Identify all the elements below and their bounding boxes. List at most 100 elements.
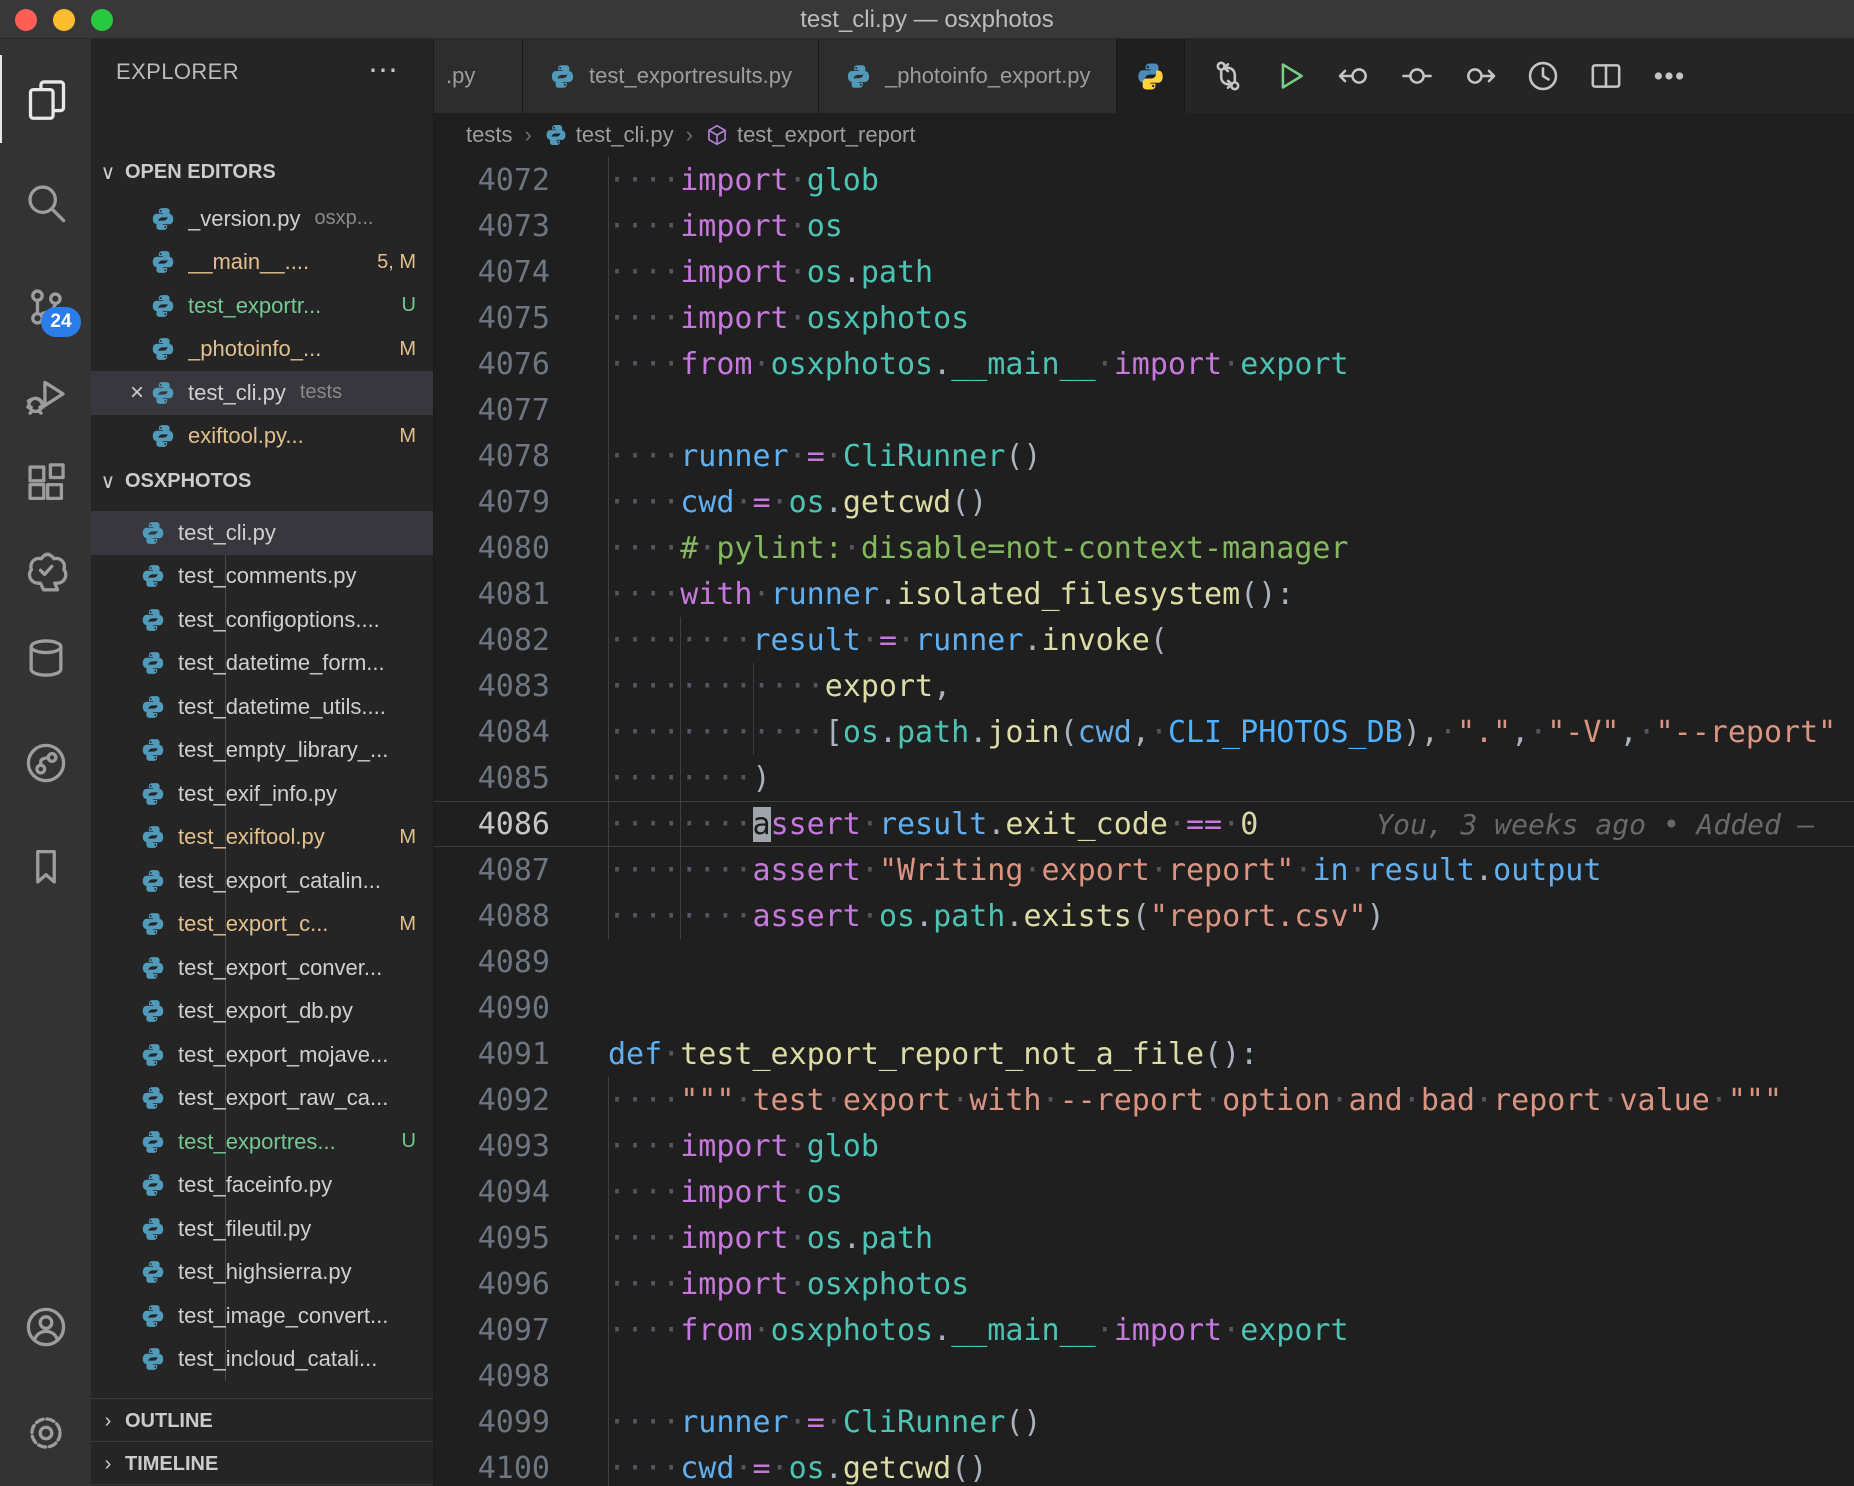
open-editor-item[interactable]: × test_cli.pytests bbox=[91, 371, 434, 415]
open-editor-item[interactable]: _photoinfo_...M bbox=[91, 328, 434, 372]
line-content: ····with·runner.isolated_filesystem(): bbox=[608, 577, 1294, 612]
code-line[interactable]: 4096····import·osxphotos bbox=[434, 1261, 1854, 1307]
source-control-icon[interactable]: 24 bbox=[0, 263, 91, 351]
code-line[interactable]: 4099····runner·=·CliRunner() bbox=[434, 1399, 1854, 1445]
tree-item[interactable]: test_image_convert... bbox=[91, 1294, 434, 1338]
symbol-method-icon bbox=[705, 123, 729, 147]
tree-item[interactable]: test_cli.py bbox=[91, 511, 434, 555]
line-number: 4092 bbox=[434, 1083, 550, 1118]
line-number: 4087 bbox=[434, 853, 550, 888]
code-line[interactable]: 4078····runner·=·CliRunner() bbox=[434, 433, 1854, 479]
tree-item[interactable]: test_export_conver... bbox=[91, 946, 434, 990]
code-line[interactable]: 4095····import·os.path bbox=[434, 1215, 1854, 1261]
search-icon[interactable] bbox=[0, 159, 91, 247]
open-editor-item[interactable]: exiftool.py...M bbox=[91, 415, 434, 459]
nav-back-icon[interactable] bbox=[1337, 59, 1371, 93]
open-editor-item[interactable]: _version.pyosxp... bbox=[91, 197, 434, 241]
python-icon bbox=[549, 63, 576, 90]
line-content: ····import·os bbox=[608, 209, 843, 244]
tree-item[interactable]: test_export_mojave... bbox=[91, 1033, 434, 1077]
tree-item[interactable]: test_configoptions.... bbox=[91, 598, 434, 642]
line-content: ····import·osxphotos bbox=[608, 1267, 969, 1302]
tree-item[interactable]: test_highsierra.py bbox=[91, 1251, 434, 1295]
code-line[interactable]: 4082········result·=·runner.invoke( bbox=[434, 617, 1854, 663]
code-line[interactable]: 4076····from·osxphotos.__main__·import·e… bbox=[434, 341, 1854, 387]
python-icon bbox=[140, 1042, 166, 1068]
account-icon[interactable] bbox=[0, 1283, 91, 1371]
section-timeline[interactable]: ›TIMELINE bbox=[91, 1441, 434, 1486]
tree-item[interactable]: test_export_db.py bbox=[91, 990, 434, 1034]
bookmarks-icon[interactable] bbox=[0, 823, 91, 911]
testing-icon[interactable] bbox=[0, 526, 91, 614]
history-icon[interactable] bbox=[1526, 59, 1560, 93]
close-icon[interactable]: × bbox=[124, 379, 150, 407]
code-line[interactable]: 4080····#·pylint:·disable=not-context-ma… bbox=[434, 525, 1854, 571]
line-content: ············export, bbox=[608, 669, 951, 704]
tree-item[interactable]: test_fileutil.py bbox=[91, 1207, 434, 1251]
tree-item[interactable]: test_incloud_catali... bbox=[91, 1338, 434, 1382]
code-line[interactable]: 4100····cwd·=·os.getcwd() bbox=[434, 1445, 1854, 1486]
code-line[interactable]: 4084············[os.path.join(cwd,·CLI_P… bbox=[434, 709, 1854, 755]
tree-item[interactable]: test_faceinfo.py bbox=[91, 1164, 434, 1208]
line-number: 4095 bbox=[434, 1221, 550, 1256]
tab[interactable]: test_exportresults.py bbox=[523, 39, 819, 113]
settings-gear-icon[interactable] bbox=[0, 1389, 91, 1477]
compare-changes-icon[interactable] bbox=[1211, 59, 1245, 93]
breadcrumb-item[interactable]: tests bbox=[466, 122, 512, 148]
code-line[interactable]: 4097····from·osxphotos.__main__·import·e… bbox=[434, 1307, 1854, 1353]
code-line[interactable]: 4073····import·os bbox=[434, 203, 1854, 249]
code-line[interactable]: 4075····import·osxphotos bbox=[434, 295, 1854, 341]
code-line[interactable]: 4079····cwd·=·os.getcwd() bbox=[434, 479, 1854, 525]
python-icon bbox=[140, 781, 166, 807]
tree-item[interactable]: test_exportres...U bbox=[91, 1120, 434, 1164]
sidebar-more-actions-icon[interactable]: ⋯ bbox=[368, 53, 398, 88]
run-debug-icon[interactable] bbox=[0, 351, 91, 439]
git-graph-icon[interactable] bbox=[0, 719, 91, 807]
database-icon[interactable] bbox=[0, 614, 91, 702]
extensions-icon[interactable] bbox=[0, 439, 91, 527]
open-editor-item[interactable]: test_exportr...U bbox=[91, 284, 434, 328]
code-line[interactable]: 4085········) bbox=[434, 755, 1854, 801]
nav-forward-icon[interactable] bbox=[1463, 59, 1497, 93]
section-osxphotos[interactable]: ∨ OSXPHOTOS bbox=[91, 458, 434, 504]
breadcrumb-item[interactable]: test_export_report bbox=[705, 122, 916, 148]
tab-pinned-active[interactable] bbox=[1117, 39, 1185, 113]
code-line[interactable]: 4086········assert·result.exit_code·==·0… bbox=[434, 801, 1854, 847]
nav-dot-icon[interactable] bbox=[1400, 59, 1434, 93]
section-outline[interactable]: ›OUTLINE bbox=[91, 1398, 434, 1444]
tree-item[interactable]: test_empty_library_... bbox=[91, 729, 434, 773]
code-editor[interactable]: 4072····import·glob4073····import·os4074… bbox=[434, 157, 1854, 1486]
code-line[interactable]: 4091def·test_export_report_not_a_file(): bbox=[434, 1031, 1854, 1077]
open-editor-item[interactable]: __main__....5, M bbox=[91, 241, 434, 285]
section-open-editors[interactable]: ∨ OPEN EDITORS bbox=[91, 149, 434, 195]
tab[interactable]: _photoinfo_export.py bbox=[819, 39, 1118, 113]
tree-item[interactable]: test_comments.py bbox=[91, 555, 434, 599]
code-line[interactable]: 4098 bbox=[434, 1353, 1854, 1399]
more-actions-icon[interactable] bbox=[1652, 59, 1686, 93]
line-content: ····from·osxphotos.__main__·import·expor… bbox=[608, 1313, 1349, 1348]
code-line[interactable]: 4094····import·os bbox=[434, 1169, 1854, 1215]
files-icon[interactable] bbox=[0, 55, 91, 143]
code-line[interactable]: 4081····with·runner.isolated_filesystem(… bbox=[434, 571, 1854, 617]
tree-item[interactable]: test_datetime_form... bbox=[91, 642, 434, 686]
code-line[interactable]: 4092····"""·test·export·with·--report·op… bbox=[434, 1077, 1854, 1123]
code-line[interactable]: 4089 bbox=[434, 939, 1854, 985]
code-line[interactable]: 4087········assert·"Writing·export·repor… bbox=[434, 847, 1854, 893]
code-line[interactable]: 4093····import·glob bbox=[434, 1123, 1854, 1169]
tree-item[interactable]: test_exiftool.pyM bbox=[91, 816, 434, 860]
tree-item[interactable]: test_export_catalin... bbox=[91, 859, 434, 903]
code-line[interactable]: 4090 bbox=[434, 985, 1854, 1031]
code-line[interactable]: 4074····import·os.path bbox=[434, 249, 1854, 295]
tab[interactable]: .py bbox=[434, 39, 523, 113]
tree-item[interactable]: test_exif_info.py bbox=[91, 772, 434, 816]
code-line[interactable]: 4083············export, bbox=[434, 663, 1854, 709]
code-line[interactable]: 4088········assert·os.path.exists("repor… bbox=[434, 893, 1854, 939]
code-line[interactable]: 4072····import·glob bbox=[434, 157, 1854, 203]
breadcrumb-item[interactable]: test_cli.py bbox=[544, 122, 674, 148]
split-editor-icon[interactable] bbox=[1589, 59, 1623, 93]
code-line[interactable]: 4077 bbox=[434, 387, 1854, 433]
tree-item[interactable]: test_export_c...M bbox=[91, 903, 434, 947]
tree-item[interactable]: test_export_raw_ca... bbox=[91, 1077, 434, 1121]
tree-item[interactable]: test_datetime_utils.... bbox=[91, 685, 434, 729]
run-file-icon[interactable] bbox=[1274, 59, 1308, 93]
